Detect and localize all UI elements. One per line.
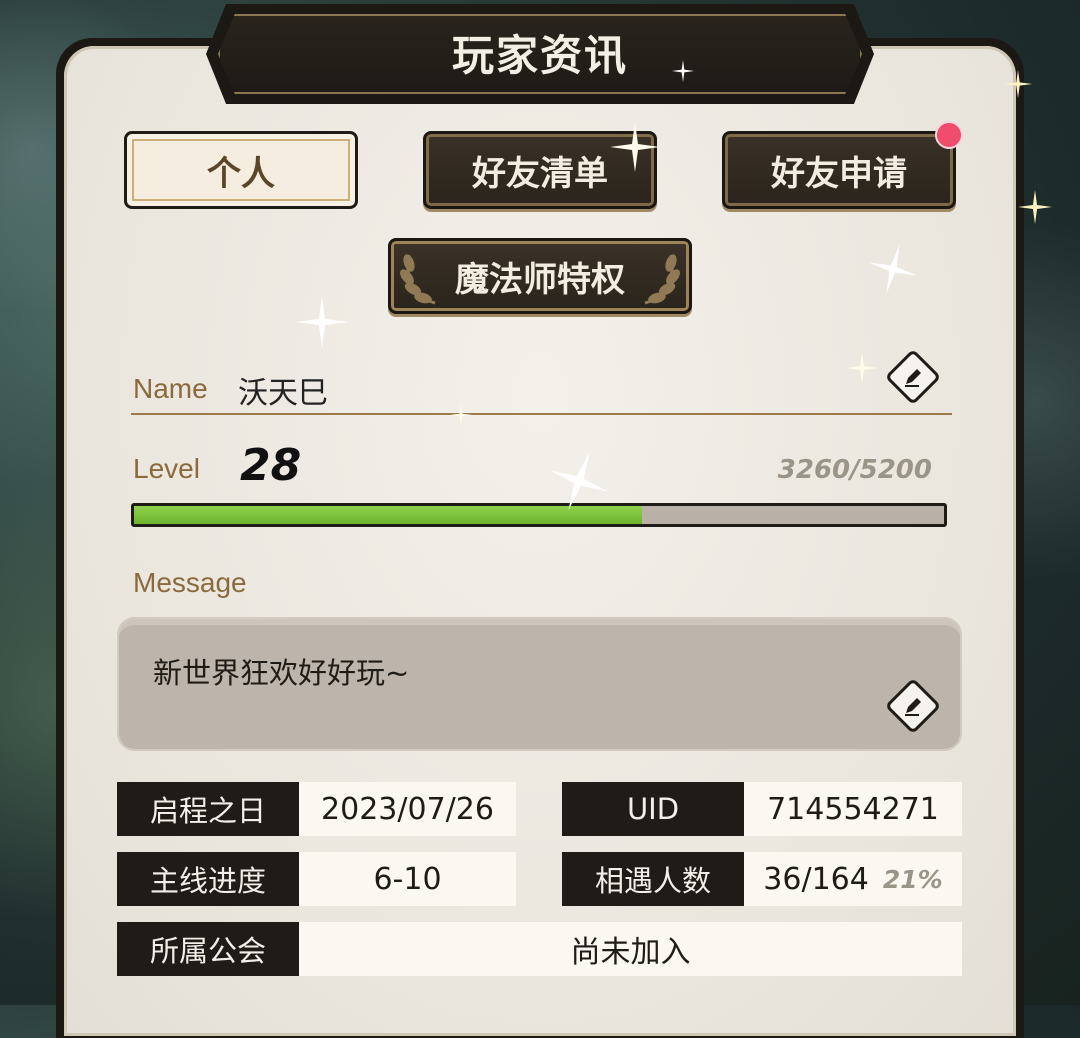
name-label: Name bbox=[133, 373, 208, 404]
sparkle-icon bbox=[549, 451, 609, 511]
sparkle-icon bbox=[846, 352, 878, 384]
sparkle-icon bbox=[296, 296, 348, 348]
start-date-value: 2023/07/26 bbox=[299, 782, 516, 836]
level-label: Level bbox=[133, 453, 200, 484]
sparkle-icon bbox=[672, 60, 694, 82]
laurel-icon bbox=[644, 254, 680, 305]
exp-progress-bar bbox=[131, 503, 947, 527]
name-divider bbox=[131, 413, 952, 415]
guild-value: 尚未加入 bbox=[299, 922, 962, 976]
level-value: 28 bbox=[240, 440, 302, 491]
story-progress-label: 主线进度 bbox=[117, 852, 299, 906]
pencil-icon bbox=[905, 369, 921, 387]
sparkle-icon bbox=[1018, 190, 1052, 224]
sparkle-icon bbox=[610, 122, 660, 172]
tab-personal[interactable]: 个人 bbox=[124, 131, 358, 209]
mage-privilege-label: 魔法师特权 bbox=[455, 259, 625, 300]
notification-dot bbox=[935, 121, 963, 149]
name-value: 沃天巳 bbox=[238, 376, 328, 411]
story-progress-value: 6-10 bbox=[299, 852, 516, 906]
tab-friend-requests[interactable]: 好友申请 bbox=[722, 131, 956, 209]
pencil-icon bbox=[905, 698, 921, 716]
encountered-percent: 21% bbox=[882, 864, 943, 894]
sparkle-icon bbox=[868, 244, 918, 294]
encountered-label: 相遇人数 bbox=[562, 852, 744, 906]
exp-text: 3260/5200 bbox=[777, 455, 932, 485]
uid-label: UID bbox=[562, 782, 744, 836]
message-text: 新世界狂欢好好玩~ bbox=[153, 656, 410, 690]
encountered-value-cell: 36/164 21% bbox=[744, 852, 962, 906]
sparkle-icon bbox=[1004, 70, 1032, 98]
start-date-label: 启程之日 bbox=[117, 782, 299, 836]
page-title: 玩家资讯 bbox=[451, 30, 628, 80]
mage-privilege-button[interactable]: 魔法师特权 bbox=[388, 238, 692, 314]
uid-value[interactable]: 714554271 bbox=[744, 782, 962, 836]
message-label: Message bbox=[133, 567, 247, 598]
sparkle-icon bbox=[450, 404, 472, 426]
laurel-icon bbox=[400, 254, 436, 305]
guild-label: 所属公会 bbox=[117, 922, 299, 976]
encountered-value: 36/164 bbox=[763, 861, 869, 897]
